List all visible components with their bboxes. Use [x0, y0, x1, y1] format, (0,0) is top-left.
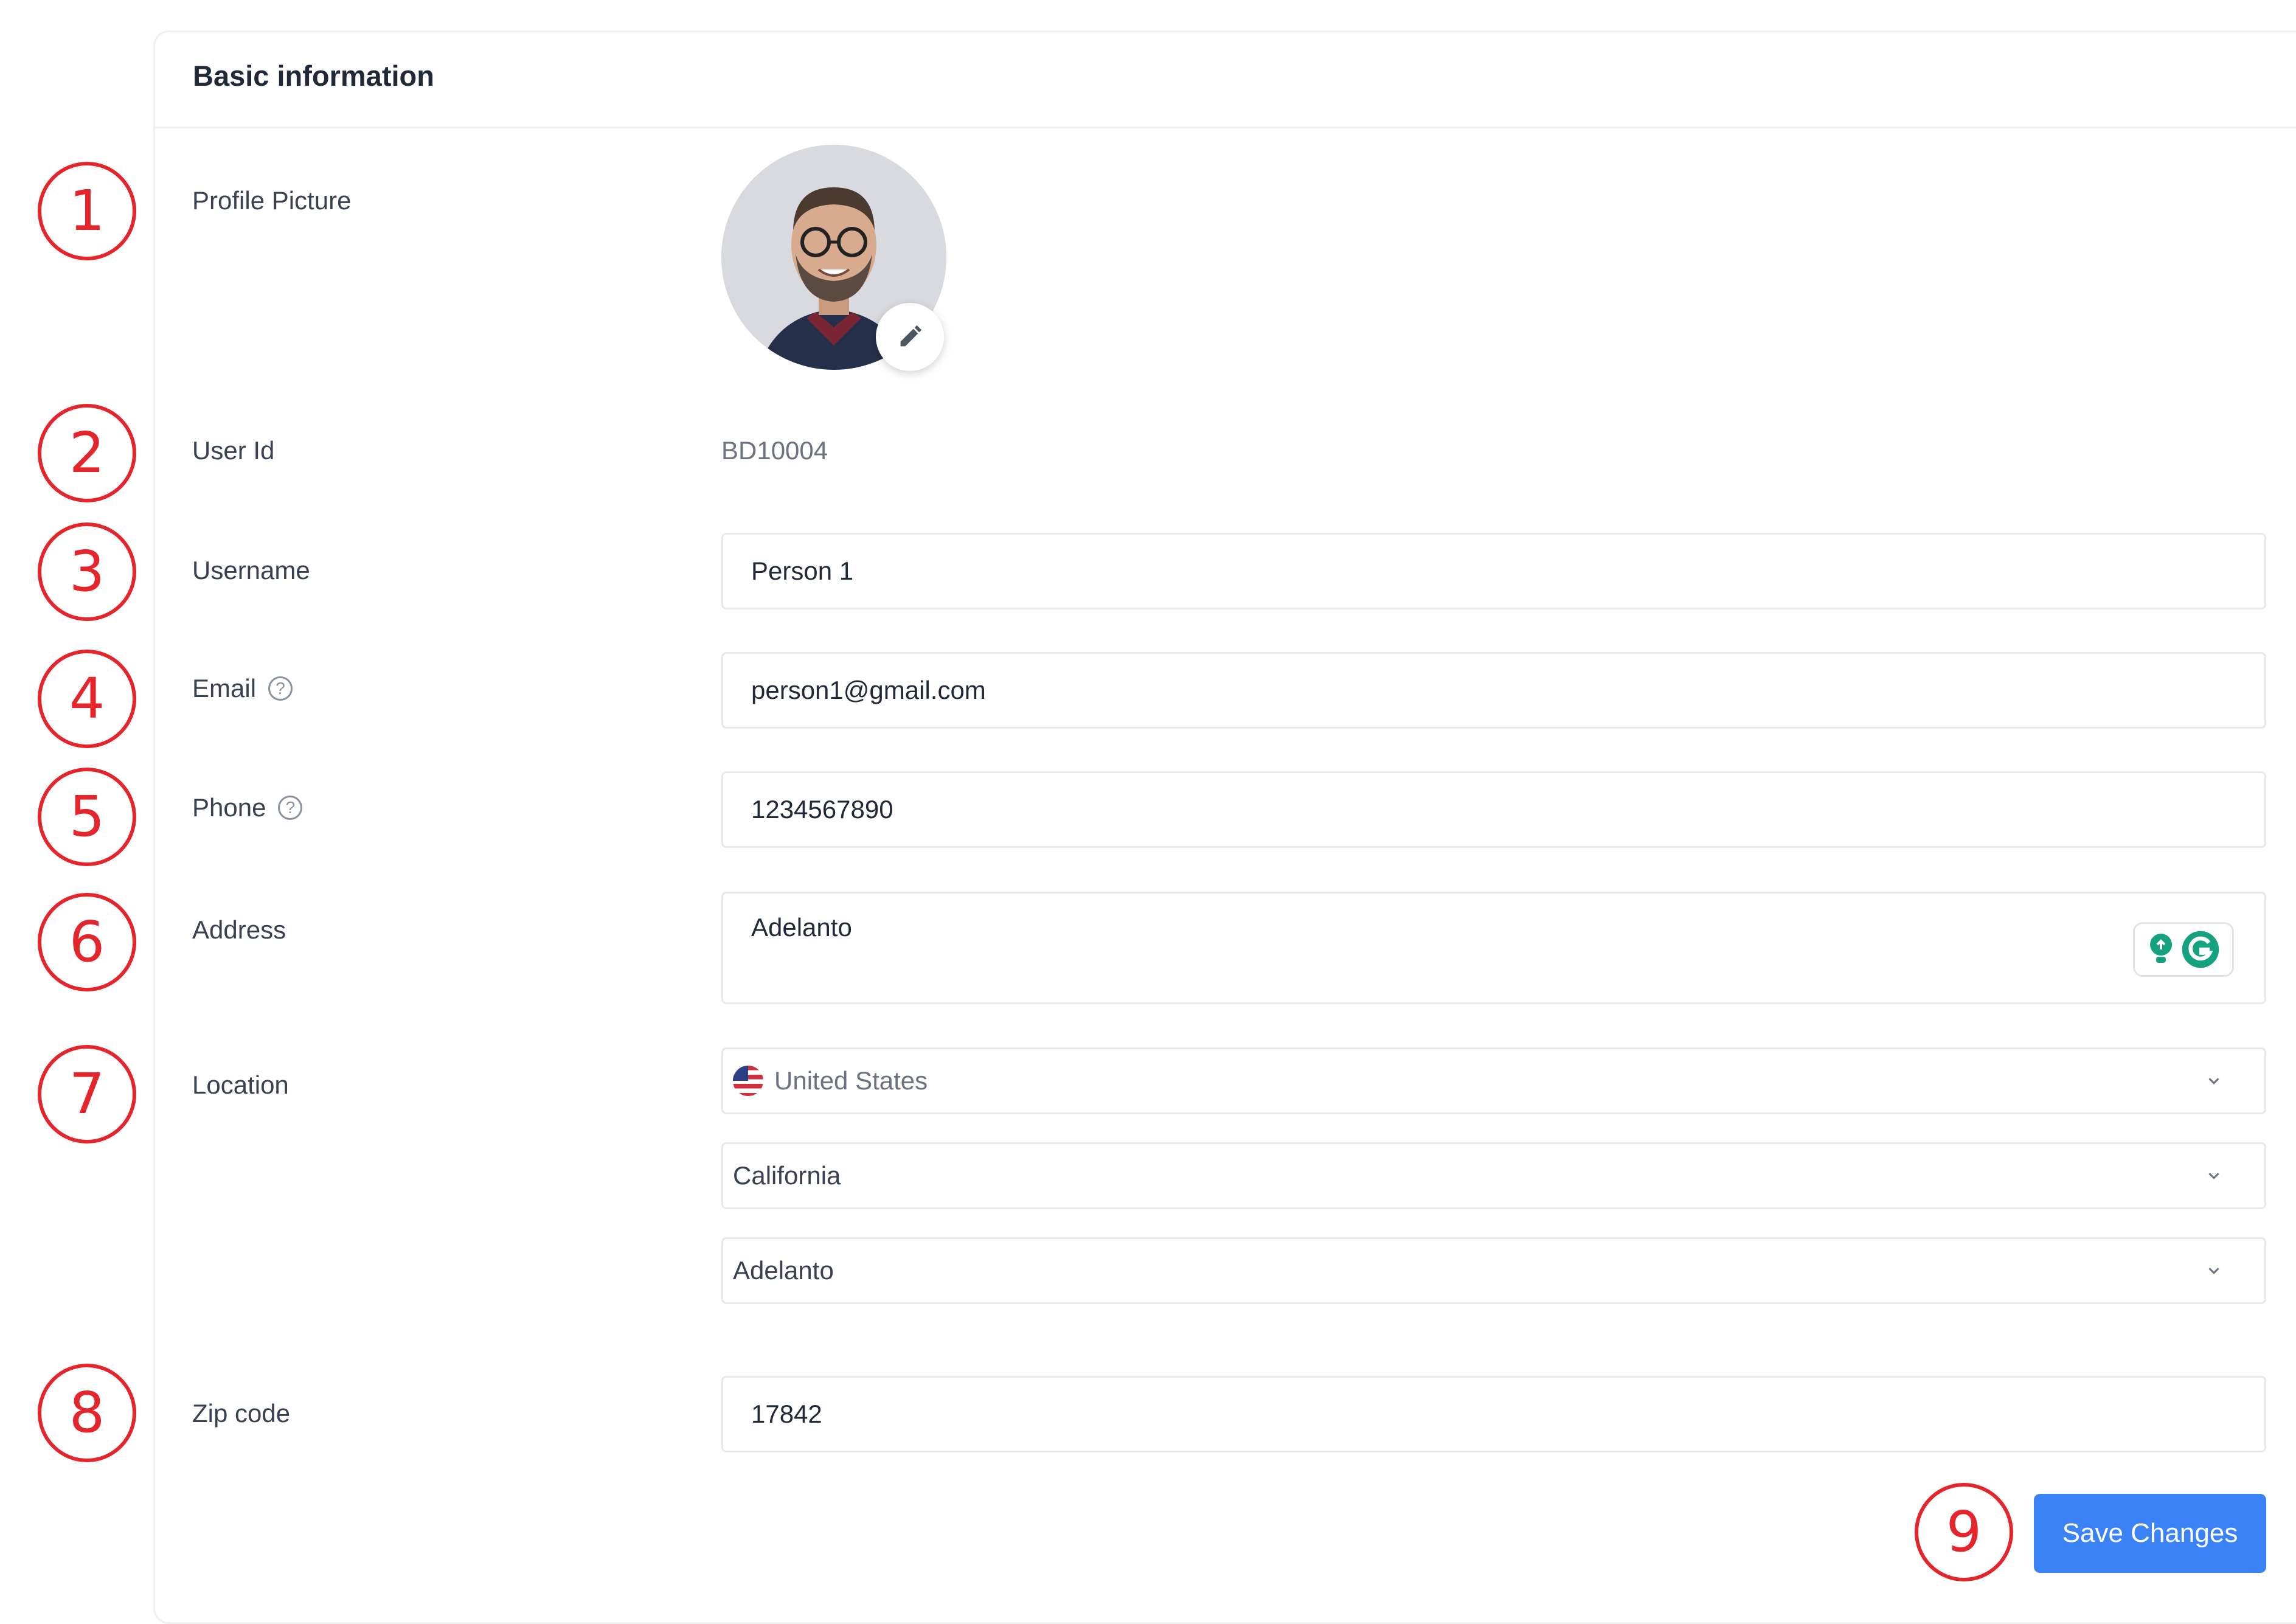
chevron-down-icon	[2208, 1078, 2219, 1084]
zip-code-label: Zip code	[192, 1399, 291, 1428]
annotation-badge-4: 4	[38, 650, 136, 748]
username-field[interactable]	[721, 533, 2266, 609]
address-label: Address	[192, 915, 286, 944]
profile-picture-label: Profile Picture	[192, 186, 352, 215]
state-select[interactable]: California	[721, 1142, 2266, 1209]
annotation-badge-2: 2	[38, 404, 136, 502]
email-field[interactable]	[721, 652, 2266, 729]
lightbulb-icon	[2150, 934, 2172, 963]
phone-input[interactable]	[723, 773, 2264, 846]
card-header: Basic information	[155, 32, 2296, 128]
country-select[interactable]: United States	[721, 1047, 2266, 1114]
username-label: Username	[192, 556, 310, 585]
location-label: Location	[192, 1071, 289, 1099]
phone-label: Phone ?	[192, 793, 303, 822]
annotation-badge-1: 1	[38, 162, 136, 260]
country-value: United States	[774, 1066, 928, 1095]
annotation-badge-5: 5	[38, 768, 136, 866]
us-flag-icon	[733, 1066, 763, 1096]
save-changes-button[interactable]: Save Changes	[2034, 1494, 2266, 1573]
user-id-label: User Id	[192, 436, 275, 465]
email-input[interactable]	[723, 654, 2264, 727]
grammarly-widget[interactable]	[2133, 922, 2234, 977]
grammarly-icon	[2182, 931, 2219, 968]
card-title: Basic information	[193, 60, 434, 92]
city-value: Adelanto	[733, 1256, 834, 1285]
annotation-badge-8: 8	[38, 1364, 136, 1462]
username-input[interactable]	[723, 535, 2264, 608]
email-label: Email ?	[192, 674, 293, 703]
user-id-value: BD10004	[721, 436, 828, 465]
zip-code-field[interactable]	[721, 1376, 2266, 1452]
email-help-icon[interactable]: ?	[268, 676, 293, 701]
chevron-down-icon	[2208, 1268, 2219, 1274]
edit-avatar-button[interactable]	[876, 303, 944, 371]
state-value: California	[733, 1161, 841, 1190]
annotation-badge-9: 9	[1915, 1483, 2013, 1581]
pencil-icon	[900, 325, 922, 347]
address-field[interactable]: Adelanto	[721, 892, 2266, 1004]
chevron-down-icon	[2208, 1173, 2219, 1179]
address-textarea[interactable]: Adelanto	[723, 894, 2264, 1002]
phone-field[interactable]	[721, 771, 2266, 848]
annotation-badge-3: 3	[38, 522, 136, 621]
phone-help-icon[interactable]: ?	[278, 796, 303, 820]
annotation-badge-7: 7	[38, 1045, 136, 1143]
annotation-badge-6: 6	[38, 893, 136, 991]
zip-code-input[interactable]	[723, 1378, 2264, 1451]
city-select[interactable]: Adelanto	[721, 1237, 2266, 1304]
